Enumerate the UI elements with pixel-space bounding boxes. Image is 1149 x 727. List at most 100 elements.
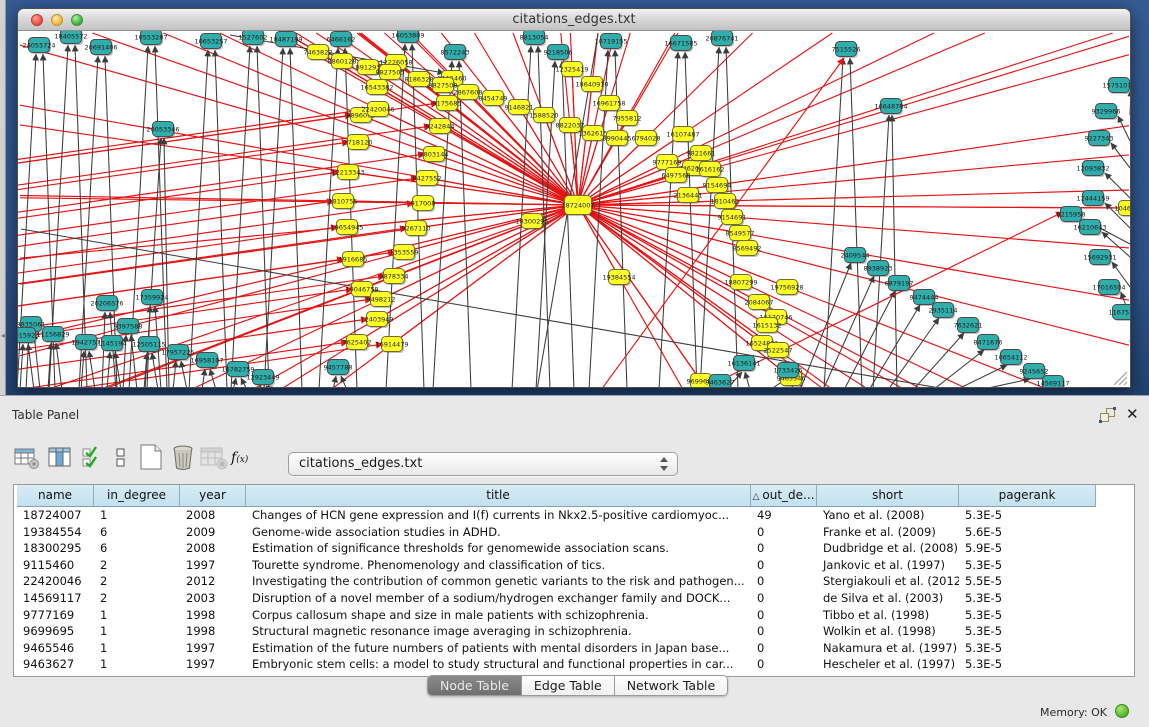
graph-node[interactable]: 2136441 [674, 188, 703, 205]
graph-node[interactable]: 9242844 [426, 119, 455, 136]
table-cell[interactable]: 1997 [180, 656, 246, 673]
table-row[interactable]: 1872400712008Changes of HCN gene express… [14, 507, 1134, 524]
table-cell[interactable]: 0 [751, 557, 817, 574]
network-window[interactable]: citations_edges.txt 18724007989606322420… [17, 8, 1131, 388]
table-cell[interactable]: Stergiakouli et al. (2012) [817, 573, 959, 590]
graph-node[interactable]: 20691406 [84, 40, 117, 57]
table-cell[interactable]: Changes of HCN gene expression and I(f) … [246, 507, 751, 524]
graph-node[interactable]: 917008 [411, 196, 436, 213]
graph-node[interactable]: 10553287 [134, 31, 167, 46]
table-row[interactable]: 946362711997Embryonic stem cells: a mode… [14, 656, 1134, 673]
table-cell[interactable]: 1 [94, 623, 180, 640]
network-canvas[interactable]: 1872400798960632242004627181201221334318… [18, 31, 1130, 387]
graph-node[interactable]: 7632621 [954, 318, 983, 335]
graph-node[interactable]: 18640910 [575, 77, 608, 94]
graph-node[interactable]: 9227343 [1085, 131, 1114, 148]
graph-node[interactable]: 8471676 [974, 335, 1003, 352]
graph-node[interactable]: 12325419 [555, 62, 588, 79]
tab-edge-table[interactable]: Edge Table [522, 676, 615, 695]
graph-node[interactable]: 20206576 [90, 296, 123, 313]
graph-node[interactable]: 17016504 [1092, 280, 1125, 297]
table-cell[interactable]: 5.3E-5 [959, 623, 1096, 640]
table-cell[interactable]: 5.3E-5 [959, 590, 1096, 607]
column-header-short[interactable]: short [817, 485, 959, 507]
table-cell[interactable]: Structural magnetic resonance image aver… [246, 623, 751, 640]
panel-collapse-handle[interactable]: ◂ [0, 330, 6, 342]
graph-node[interactable]: 9463627 [706, 375, 735, 388]
table-cell[interactable]: Dudbridge et al. (2008) [817, 540, 959, 557]
table-row[interactable]: 969969511998Structural magnetic resonanc… [14, 623, 1134, 640]
table-cell[interactable]: 2009 [180, 524, 246, 541]
table-cell[interactable]: 0 [751, 623, 817, 640]
graph-node[interactable]: 9397588 [114, 319, 143, 336]
table-cell[interactable]: 9777169 [17, 607, 94, 624]
graph-node[interactable]: 1353559 [390, 245, 419, 262]
graph-node[interactable]: 10654112 [994, 350, 1027, 367]
graph-node[interactable]: 1167533 [1109, 305, 1130, 322]
graph-node[interactable]: 7515526 [832, 42, 861, 59]
table-cell[interactable]: 2003 [180, 590, 246, 607]
graph-node[interactable]: 8569492 [733, 241, 762, 258]
table-cell[interactable]: de Silva et al. (2003) [817, 590, 959, 607]
graph-node[interactable]: 12444159 [1076, 191, 1109, 208]
graph-node[interactable]: 1145194 [98, 336, 127, 353]
table-cell[interactable]: Embryonic stem cells: a model to study s… [246, 656, 751, 673]
graph-node[interactable]: 8549577 [726, 226, 755, 243]
table-cell[interactable]: 6 [94, 540, 180, 557]
column-header-title[interactable]: title [246, 485, 751, 507]
zoom-traffic-light-icon[interactable] [71, 14, 83, 26]
graph-node[interactable]: 1942757 [72, 335, 101, 352]
table-cell[interactable]: 19384554 [17, 524, 94, 541]
table-cell[interactable]: 1 [94, 656, 180, 673]
graph-node[interactable]: 1615132 [753, 318, 782, 335]
graph-node[interactable]: 19384554 [602, 270, 635, 287]
table-cell[interactable]: 9699695 [17, 623, 94, 640]
table-cell[interactable]: Investigating the contribution of common… [246, 573, 751, 590]
table-cell[interactable]: 5.3E-5 [959, 557, 1096, 574]
close-panel-icon[interactable]: ✕ [1126, 404, 1139, 424]
table-cell[interactable]: 2 [94, 573, 180, 590]
table-cell[interactable]: Estimation of significance thresholds fo… [246, 540, 751, 557]
graph-node[interactable]: 9821661 [687, 146, 716, 163]
table-cell[interactable]: 9463627 [17, 656, 94, 673]
graph-node[interactable]: 8454749 [479, 91, 508, 108]
graph-node[interactable]: 24055724 [22, 38, 55, 55]
float-window-icon[interactable] [1100, 408, 1116, 423]
create-column-icon[interactable] [138, 443, 164, 471]
table-cell[interactable]: 0 [751, 656, 817, 673]
delete-table-icon[interactable] [200, 446, 228, 474]
column-header-pagerank[interactable]: pagerank [959, 485, 1096, 507]
table-cell[interactable]: 1997 [180, 557, 246, 574]
tab-network-table[interactable]: Network Table [615, 676, 728, 695]
table-cell[interactable]: 18300295 [17, 540, 94, 557]
graph-node[interactable]: 1588520 [530, 108, 559, 125]
graph-node[interactable]: 19654945 [330, 220, 363, 237]
graph-node[interactable]: 16958107 [190, 353, 223, 370]
graph-node[interactable]: 7955812 [613, 111, 642, 128]
memory-ok-indicator[interactable] [1115, 704, 1129, 718]
table-cell[interactable]: 0 [751, 607, 817, 624]
graph-node[interactable]: 1810755 [329, 194, 358, 211]
table-cell[interactable]: 1997 [180, 640, 246, 657]
graph-node[interactable]: 16671585 [664, 36, 697, 53]
table-cell[interactable]: 5.6E-5 [959, 524, 1096, 541]
select-utilities-icon[interactable] [82, 446, 104, 474]
table-row[interactable]: 2242004622012Investigating the contribut… [14, 573, 1134, 590]
table-cell[interactable]: Estimation of the future numbers of pati… [246, 640, 751, 657]
table-cell[interactable]: 22420046 [17, 573, 94, 590]
grid-settings-icon[interactable] [14, 446, 40, 474]
graph-node[interactable]: 9218506 [544, 45, 573, 62]
table-row[interactable]: 977716911998Corpus callosum shape and si… [14, 607, 1134, 624]
table-cell[interactable]: Franke et al. (2009) [817, 524, 959, 541]
table-cell[interactable]: Jankovic et al. (1997) [817, 557, 959, 574]
table-cell[interactable]: 2 [94, 590, 180, 607]
graph-node[interactable]: 16107487 [666, 127, 699, 144]
column-header-in_degree[interactable]: in_degree [94, 485, 180, 507]
table-cell[interactable]: 5.5E-5 [959, 573, 1096, 590]
graph-node[interactable]: 2084067 [745, 295, 774, 312]
table-cell[interactable]: 1998 [180, 623, 246, 640]
table-cell[interactable]: Hescheler et al. (1997) [817, 656, 959, 673]
table-cell[interactable]: Wolkin et al. (1998) [817, 623, 959, 640]
graph-node[interactable]: 9154694 [703, 178, 732, 195]
graph-node[interactable]: 16914479 [375, 337, 408, 354]
